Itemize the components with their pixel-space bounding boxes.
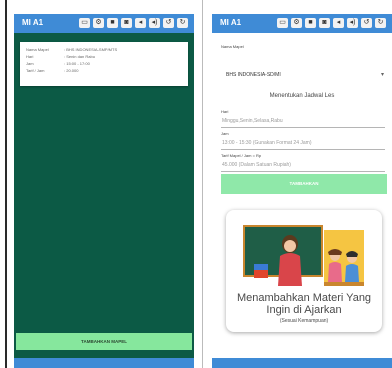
jam-input[interactable]: 13:00 - 15:30 (Gunakan Format 24 Jam): [222, 140, 312, 146]
frame-left-border: [5, 0, 7, 368]
camera-icon[interactable]: ◙: [121, 18, 132, 28]
input-underline: [221, 149, 385, 150]
emulator-toolbar: ▭ ⚙ ■ ◙ ◂ ◂) ↺ ↻: [277, 18, 386, 28]
volume-down-icon[interactable]: ◂: [135, 18, 146, 28]
section-title: Menentukan Jadwal Les: [269, 93, 335, 99]
info-value: : 20.000: [64, 68, 79, 73]
camera-video-icon[interactable]: ■: [107, 18, 118, 28]
info-value: : 15:00 - 17:00: [64, 61, 90, 66]
field-label-hari: Hari: [221, 109, 229, 114]
info-value: : BHS INDONESIA-SMP/MTS: [64, 47, 118, 52]
settings-icon[interactable]: ⚙: [93, 18, 104, 28]
app-title: MI A1: [220, 18, 242, 27]
hari-input[interactable]: Minggu,Senin,Selasa,Rabu: [222, 118, 283, 124]
settings-icon[interactable]: ⚙: [291, 18, 302, 28]
frame-divider: [202, 0, 203, 368]
volume-up-icon[interactable]: ◂): [347, 18, 358, 28]
bottom-nav-strip: [14, 358, 194, 368]
promo-title: Menambahkan Materi Yang Ingin di Ajarkan: [226, 292, 382, 316]
app-bar: MI A1 ▭ ⚙ ■ ◙ ◂ ◂) ↺ ↻: [14, 14, 194, 33]
promo-card[interactable]: Menambahkan Materi Yang Ingin di Ajarkan…: [226, 210, 382, 332]
bottom-nav-strip: [212, 358, 392, 368]
info-key: Nama Mapel: [26, 47, 49, 52]
info-key: Tarif / Jam: [26, 68, 45, 73]
camera-video-icon[interactable]: ■: [305, 18, 316, 28]
chevron-down-icon[interactable]: ▾: [381, 71, 384, 78]
app-bar: MI A1 ▭ ⚙ ■ ◙ ◂ ◂) ↺ ↻: [212, 14, 392, 33]
rotate-left-icon[interactable]: ↺: [361, 18, 372, 28]
left-phone-screen: MI A1 ▭ ⚙ ■ ◙ ◂ ◂) ↺ ↻ Nama Mapel : BHS …: [14, 14, 194, 368]
tarif-input[interactable]: 45.000 (Dalam Satuan Rupiah): [222, 162, 291, 168]
info-key: Jam: [26, 61, 34, 66]
rotate-right-icon[interactable]: ↻: [177, 18, 188, 28]
right-phone-screen: MI A1 ▭ ⚙ ■ ◙ ◂ ◂) ↺ ↻ Nama Mapel BHS IN…: [212, 14, 392, 368]
app-title: MI A1: [22, 18, 44, 27]
camera-icon[interactable]: ◙: [319, 18, 330, 28]
promo-subtitle: (Sesuai Kemampuan): [279, 318, 329, 324]
mapel-label: Nama Mapel: [221, 44, 244, 49]
emulator-toolbar: ▭ ⚙ ■ ◙ ◂ ◂) ↺ ↻: [79, 18, 188, 28]
info-key: Hari: [26, 54, 34, 59]
volume-down-icon[interactable]: ◂: [333, 18, 344, 28]
add-mapel-button[interactable]: TAMBAHKAN MAPEL: [16, 333, 192, 350]
volume-up-icon[interactable]: ◂): [149, 18, 160, 28]
rotate-right-icon[interactable]: ↻: [375, 18, 386, 28]
promo-title-line-1: Menambahkan Materi Yang: [236, 292, 372, 304]
input-underline: [221, 127, 385, 128]
rotate-left-icon[interactable]: ↺: [163, 18, 174, 28]
field-label-jam: Jam: [221, 131, 229, 136]
window-icon[interactable]: ▭: [79, 18, 90, 28]
mapel-dropdown-value: BHS INDONESIA-SD/MI: [226, 72, 281, 78]
teacher-illustration: [243, 225, 364, 286]
promo-title-line-2: Ingin di Ajarkan: [266, 304, 342, 316]
info-value: : Senin dan Rabu: [64, 54, 95, 59]
add-button[interactable]: TAMBAHKAN: [221, 174, 387, 194]
field-label-tarif: Tarif Mapel / Jam = Rp: [221, 153, 262, 158]
input-underline: [221, 171, 385, 172]
schedule-info-card[interactable]: Nama Mapel : BHS INDONESIA-SMP/MTS Hari …: [20, 42, 188, 86]
window-icon[interactable]: ▭: [277, 18, 288, 28]
